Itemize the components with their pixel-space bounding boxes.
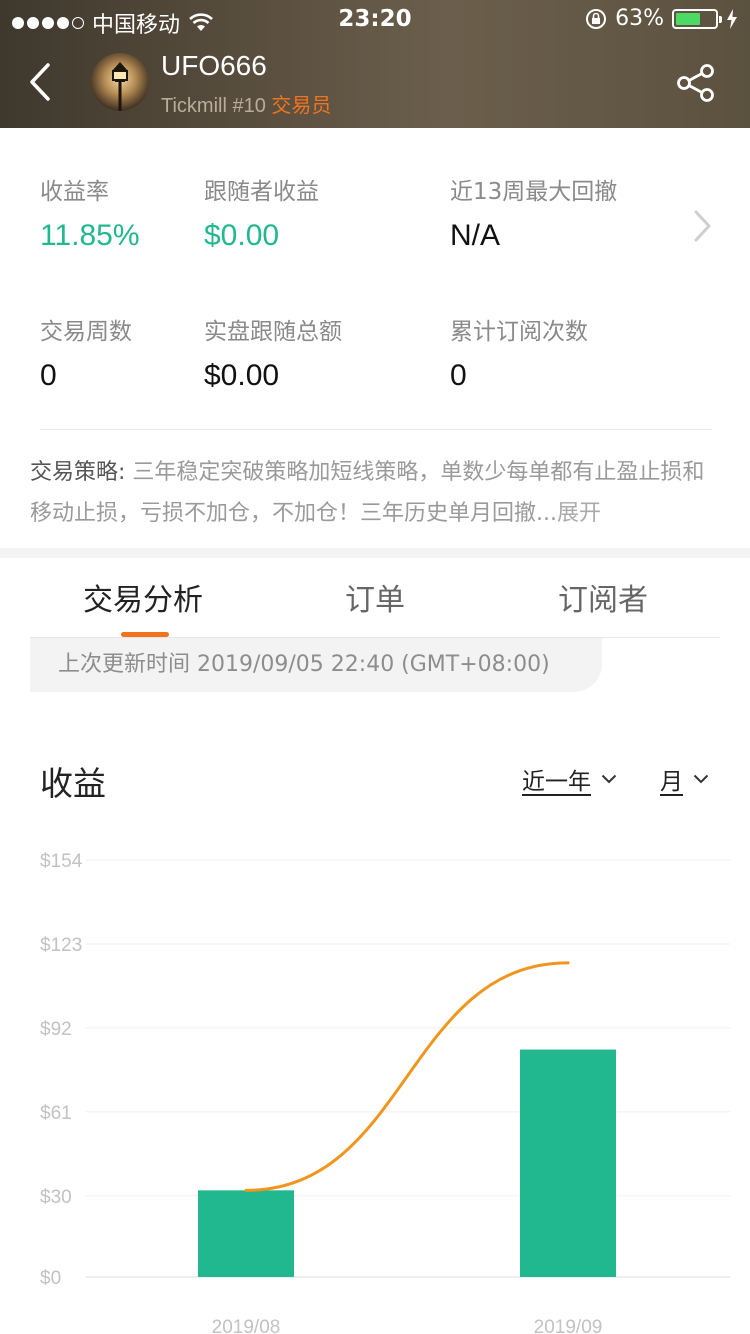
stat-value-return-rate: 11.85%: [40, 219, 140, 252]
divider: [40, 429, 712, 430]
period-filter-dropdown[interactable]: 近一年: [522, 762, 617, 796]
y-tick-label: $61: [40, 1103, 72, 1124]
profile-header: 中国移动 23:20 63% UFO666 Tickmill #10 交易员: [0, 0, 750, 128]
back-arrow-icon[interactable]: [26, 62, 56, 102]
charging-icon: [727, 8, 737, 29]
stat-label-return-rate: 收益率: [40, 179, 109, 205]
stat-label-trading-weeks: 交易周数: [40, 319, 132, 345]
stat-value-trading-weeks: 0: [40, 359, 57, 392]
tab-subscribers[interactable]: 订阅者: [558, 575, 648, 619]
strategy-label: 交易策略:: [30, 460, 126, 485]
trader-broker-rank: Tickmill #10 交易员: [161, 89, 331, 118]
y-tick-label: $154: [40, 851, 83, 872]
stat-label-follower-profit: 跟随者收益: [204, 179, 319, 205]
tab-trading-analysis[interactable]: 交易分析: [83, 575, 203, 619]
rotation-lock-icon: [586, 8, 607, 29]
trader-name: UFO666: [161, 50, 267, 81]
interval-filter-value: 月: [660, 769, 683, 795]
stat-value-follower-profit: $0.00: [204, 219, 280, 252]
x-tick-label: 2019/08: [212, 1317, 281, 1334]
battery-icon: [672, 8, 722, 29]
expand-link[interactable]: 展开: [557, 501, 601, 526]
tab-orders[interactable]: 订单: [345, 575, 405, 619]
period-filter-value: 近一年: [522, 769, 591, 795]
stat-value-live-follow-total: $0.00: [204, 359, 280, 392]
strategy-description: 交易策略: 三年稳定突破策略加短线策略，单数少每单都有止盈止损和移动止损，亏损不…: [30, 452, 722, 534]
stat-value-max-drawdown: N/A: [450, 219, 501, 252]
trader-role-badge: 交易员: [271, 95, 332, 117]
bar: [198, 1190, 294, 1277]
y-tick-label: $123: [40, 935, 82, 956]
stat-label-subscriptions: 累计订阅次数: [450, 319, 588, 345]
strategy-text: 三年稳定突破策略加短线策略，单数少每单都有止盈止损和移动止损，亏损不加仓，不加仓…: [30, 460, 705, 526]
profit-section-title: 收益: [40, 764, 106, 803]
x-tick-label: 2019/09: [534, 1317, 603, 1334]
bar: [520, 1049, 616, 1277]
avatar[interactable]: [91, 53, 149, 111]
share-icon[interactable]: [675, 62, 717, 104]
last-update-time: 上次更新时间 2019/09/05 22:40 (GMT+08:00): [30, 638, 602, 692]
section-separator: [0, 548, 750, 558]
y-tick-label: $0: [40, 1268, 61, 1289]
status-bar: 中国移动 23:20 63%: [0, 0, 750, 40]
chevron-down-icon: [693, 774, 709, 784]
interval-filter-dropdown[interactable]: 月: [660, 762, 709, 796]
street-lamp-icon: [112, 62, 128, 111]
y-tick-label: $30: [40, 1187, 72, 1208]
stat-label-max-drawdown: 近13周最大回撤: [450, 179, 618, 205]
battery-percent: 63%: [615, 6, 664, 31]
chevron-right-icon[interactable]: [690, 208, 714, 244]
chevron-down-icon: [601, 774, 617, 784]
profit-chart: $0 $30 $61 $92 $123 $154 2019/08 2019/09: [40, 851, 730, 1334]
broker-rank: Tickmill #10: [161, 95, 266, 117]
stat-label-live-follow-total: 实盘跟随总额: [204, 319, 342, 345]
cumulative-profit-line: [244, 961, 570, 1192]
y-tick-label: $92: [40, 1019, 72, 1040]
stat-value-subscriptions: 0: [450, 359, 467, 392]
